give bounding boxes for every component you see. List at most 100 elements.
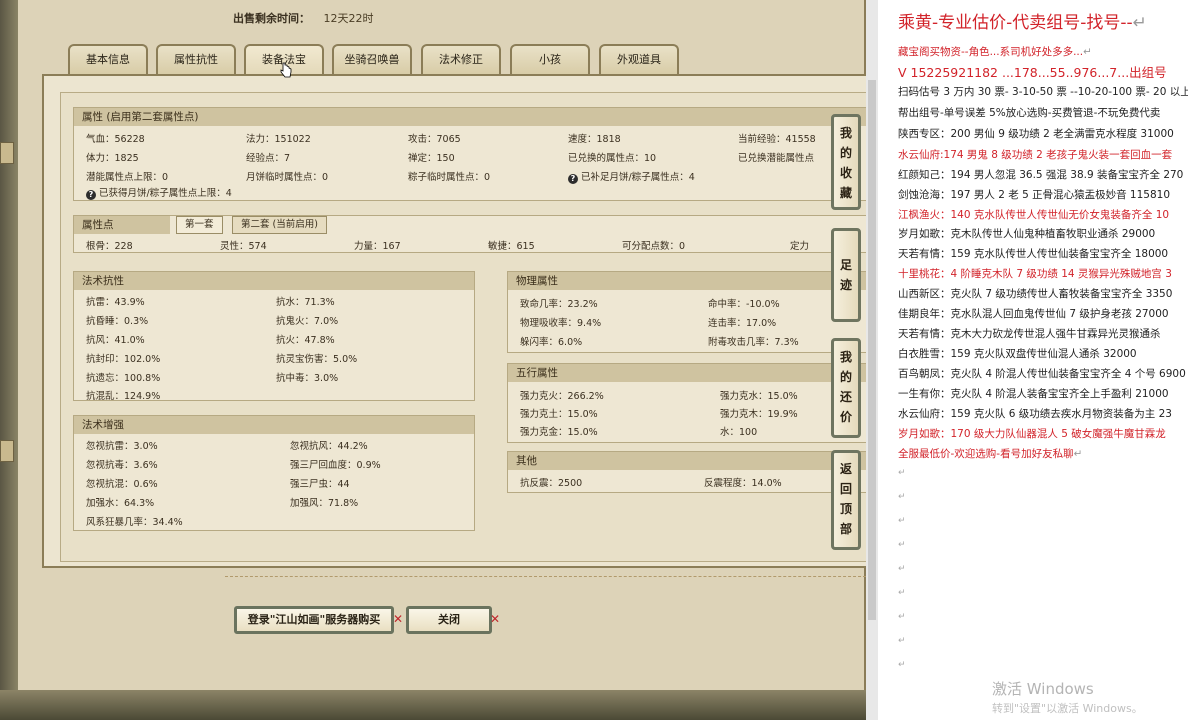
enhance-section-title: 法术增强 — [74, 416, 474, 434]
attr-potential-cap: 潜能属性点上限：0 — [86, 172, 169, 183]
attr-hp: 气血：56228 — [86, 134, 145, 145]
other-reflect-degree: 反震程度：14.0% — [704, 478, 782, 489]
point-endurance: 定力 — [790, 241, 810, 252]
five-vs-fire: 强力克火：266.2% — [520, 391, 604, 402]
resist-treasure: 抗灵宝伤害：5.0% — [276, 354, 358, 365]
resist-seal: 抗封印：102.0% — [86, 354, 161, 365]
points-section: 属性点 第一套 第二套 (当前启用) 根骨：228 灵性：574 力量：167 … — [73, 215, 866, 253]
resist-forget: 抗遗忘：100.8% — [86, 373, 161, 384]
point-agility: 敏捷：615 — [488, 241, 535, 252]
login-buy-button[interactable]: 登录"江山如画"服务器购买 — [234, 606, 394, 634]
back-to-top-button[interactable]: 返回顶部 — [831, 450, 861, 550]
subtab-second-set[interactable]: 第二套 (当前启用) — [232, 216, 327, 234]
paragraph-mark: ↵ — [898, 636, 906, 646]
doc-line: 天若有情：克木大力砍龙传世混人强牛甘霖异光灵猴通杀 — [898, 328, 1161, 340]
paragraph-mark: ↵ — [898, 588, 906, 598]
content-inner: 属性 (启用第二套属性点) 气血：56228 法力：151022 攻击：7065… — [60, 92, 866, 562]
resist-wind: 抗风：41.0% — [86, 335, 145, 346]
doc-line: 白衣胜雪：159 克火队双盘传世仙混人通杀 32000 — [898, 348, 1137, 360]
scrollbar-thumb[interactable] — [868, 80, 876, 620]
physical-poison-attack: 附毒攻击几率：7.3% — [708, 337, 799, 348]
dashed-divider — [225, 576, 866, 577]
doc-line: 帮出组号-单号误差 5%放心选购-买费管退-不玩免费代卖 — [898, 107, 1161, 119]
resist-chaos: 抗混乱：124.9% — [86, 391, 161, 402]
attr-zongzi-temp: 粽子临时属性点：0 — [408, 172, 491, 183]
my-counteroffer-button[interactable]: 我的还价 — [831, 338, 861, 438]
hand-cursor-icon — [280, 62, 292, 78]
enhance-ignore-thunder: 忽视抗雷：3.0% — [86, 441, 158, 452]
attr-speed: 速度：1818 — [568, 134, 621, 145]
close-mark-icon: ✕ — [490, 612, 501, 626]
attr-mooncake-temp: 月饼临时属性点：0 — [246, 172, 329, 183]
attr-exchanged: 已兑换的属性点：10 — [568, 153, 657, 164]
doc-line: 全服最低价-欢迎选购-看号加好友私聊↵ — [898, 448, 1083, 460]
attr-zen: 禅定：150 — [408, 153, 455, 164]
enhance-water: 加强水：64.3% — [86, 498, 155, 509]
resist-section-title: 法术抗性 — [74, 272, 474, 290]
doc-line: V 15225921182 ...178...55..976...7...出组号 — [898, 65, 1167, 80]
close-button[interactable]: 关闭 — [406, 606, 492, 634]
doc-line: 一生有你：克火队 4 阶混人装备宝宝齐全上手盈利 21000 — [898, 388, 1169, 400]
enhance-ignore-chaos: 忽视抗混：0.6% — [86, 479, 158, 490]
text-document[interactable]: 乘黄-专业估价-代卖组号-找号--↵ 藏宝阁买物资--角色...系司机好处多多.… — [880, 0, 1188, 720]
paragraph-mark: ↵ — [898, 492, 906, 502]
attr-obtained-cap-text: 已获得月饼/粽子属性点上限：4 — [99, 188, 232, 199]
enhance-sanshi-heal: 强三尸回血度：0.9% — [290, 460, 381, 471]
resist-ghostfire: 抗鬼火：7.0% — [276, 316, 339, 327]
tab-basic-info[interactable]: 基本信息 — [68, 44, 148, 76]
doc-line: 水云仙府:174 男鬼 8 级功绩 2 老孩子鬼火装一套回血一套 — [898, 149, 1173, 161]
physical-dodge: 躲闪率：6.0% — [520, 337, 583, 348]
doc-line: 剑蚀沧海：197 男人 2 老 5 正骨混心猿盂极妙音 115810 — [898, 189, 1171, 201]
attr-attack: 攻击：7065 — [408, 134, 461, 145]
five-water: 水：100 — [720, 427, 758, 438]
frame-side-tab-lower[interactable] — [0, 440, 14, 462]
resist-fire: 抗火：47.8% — [276, 335, 335, 346]
doc-line: 十里桃花：4 阶睡克木队 7 级功绩 14 灵猴异光殊贼地宫 3 — [898, 268, 1172, 280]
help-icon[interactable]: ? — [86, 190, 96, 200]
subtab-first-set[interactable]: 第一套 — [176, 216, 223, 234]
point-assignable: 可分配点数：0 — [622, 241, 686, 252]
physical-crit: 致命几率：23.2% — [520, 299, 598, 310]
resist-section: 法术抗性 抗雷：43.9% 抗昏睡：0.3% 抗风：41.0% 抗封印：102.… — [73, 271, 475, 402]
footprint-button[interactable]: 足迹 — [831, 228, 861, 322]
doc-line: 佳期良年：克水队混人回血鬼传世仙 7 级护身老孩 27000 — [898, 308, 1169, 320]
frame-side-tab[interactable] — [0, 142, 14, 164]
tab-appearance[interactable]: 外观道具 — [599, 44, 679, 76]
doc-line: 天若有情：159 克水队传世人传世仙装备宝宝齐全 18000 — [898, 248, 1169, 260]
sale-time-value: 12天22时 — [323, 12, 374, 25]
point-strength: 力量：167 — [354, 241, 401, 252]
paragraph-mark: ↵ — [898, 564, 906, 574]
doc-line: 扫码估号 3 万内 30 票- 3-10-50 票 --10-20-100 票-… — [898, 86, 1188, 98]
physical-hit: 命中率：-10.0% — [708, 299, 780, 310]
doc-line: 江枫渔火：140 克水队传世人传世仙无价女鬼装备齐全 10 — [898, 209, 1170, 221]
doc-line: 藏宝阁买物资--角色...系司机好处多多...↵ — [898, 46, 1092, 58]
resist-thunder: 抗雷：43.9% — [86, 297, 145, 308]
windows-activation-watermark: 激活 Windows — [992, 680, 1094, 698]
five-vs-earth: 强力克土：15.0% — [520, 409, 598, 420]
doc-line: 岁月如歌：170 级大力队仙器混人 5 破女魔强牛魔甘霖龙 — [898, 428, 1166, 440]
doc-line: 红颜知己：194 男人忽混 36.5 强混 38.9 装备宝宝齐全 270 — [898, 169, 1184, 181]
tab-children[interactable]: 小孩 — [510, 44, 590, 76]
help-icon[interactable]: ? — [568, 174, 578, 184]
doc-line: 山西新区：克火队 7 级功绩传世人畜牧装备宝宝齐全 3350 — [898, 288, 1173, 300]
tab-spell-mods[interactable]: 法术修正 — [421, 44, 501, 76]
tab-mounts[interactable]: 坐骑召唤兽 — [332, 44, 412, 76]
attr-mp: 法力：151022 — [246, 134, 311, 145]
tab-attributes[interactable]: 属性抗性 — [156, 44, 236, 76]
paragraph-mark: ↵ — [898, 516, 906, 526]
physical-section: 物理属性 致命几率：23.2% 物理吸收率：9.4% 躲闪率：6.0% 命中率：… — [507, 271, 866, 353]
other-section: 其他 抗反震：2500 反震程度：14.0% — [507, 451, 866, 493]
game-window: 出售剩余时间： 12天22时 基本信息 属性抗性 装备法宝 坐骑召唤兽 法术修正… — [0, 0, 866, 720]
resist-sleep: 抗昏睡：0.3% — [86, 316, 149, 327]
attr-stamina: 体力：1825 — [86, 153, 139, 164]
close-mark-icon: ✕ — [393, 612, 404, 626]
attr-obtained-cap: ? 已获得月饼/粽子属性点上限：4 — [86, 185, 232, 200]
attr-exp: 当前经验：41558 — [738, 134, 816, 145]
doc-title: 乘黄-专业估价-代卖组号-找号--↵ — [898, 13, 1147, 33]
physical-section-title: 物理属性 — [508, 272, 866, 290]
resist-water: 抗水：71.3% — [276, 297, 335, 308]
paragraph-mark: ↵ — [898, 612, 906, 622]
my-favorites-button[interactable]: 我的收藏 — [831, 114, 861, 210]
enhance-ignore-poison: 忽视抗毒：3.6% — [86, 460, 158, 471]
attr-exchanged-potential: 已兑换潜能属性点 — [738, 153, 815, 164]
